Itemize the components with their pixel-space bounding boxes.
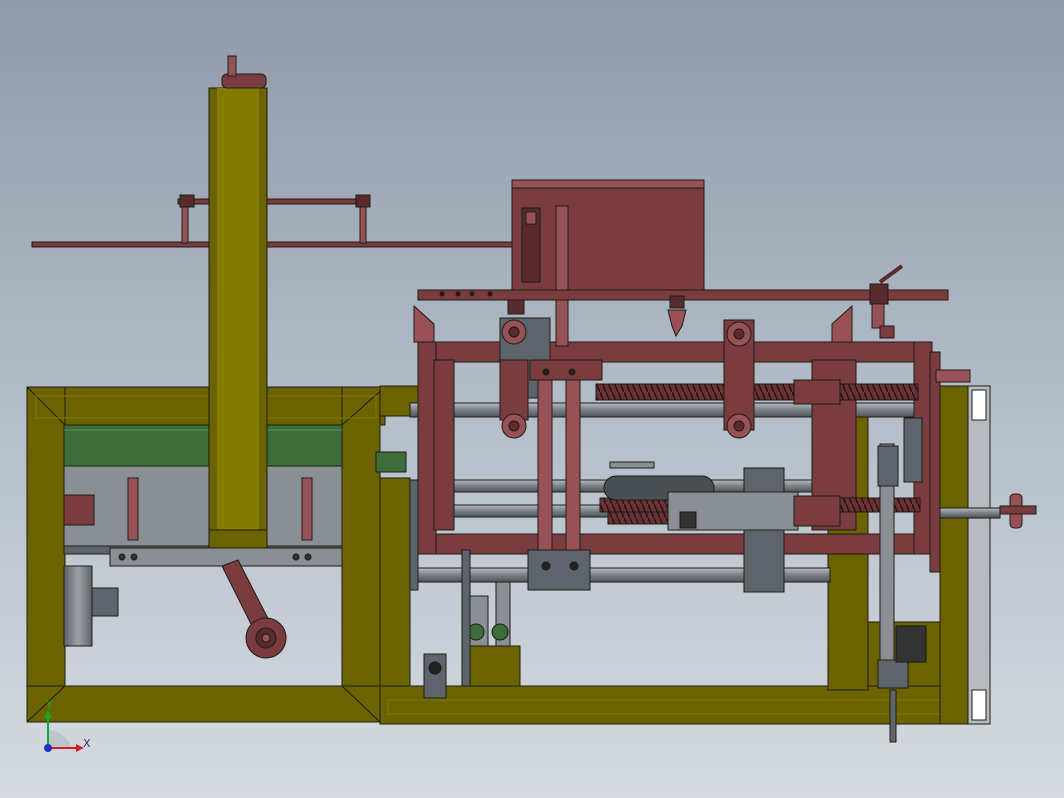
conveyor-belt [63,424,343,567]
cad-viewport[interactable]: Y X [0,0,1064,798]
machine-assembly-drawing: Y X [26,55,1037,752]
drive-motor-left [63,565,119,647]
z-axis-dot [44,744,52,752]
x-axis-label: X [83,737,91,750]
upper-guide-rail [31,194,517,248]
middle-roller-block [723,319,755,439]
vertical-press-plates [527,359,603,591]
y-axis-label: Y [45,698,53,711]
swing-arm-wheel [221,559,287,659]
vertical-column [208,55,268,549]
